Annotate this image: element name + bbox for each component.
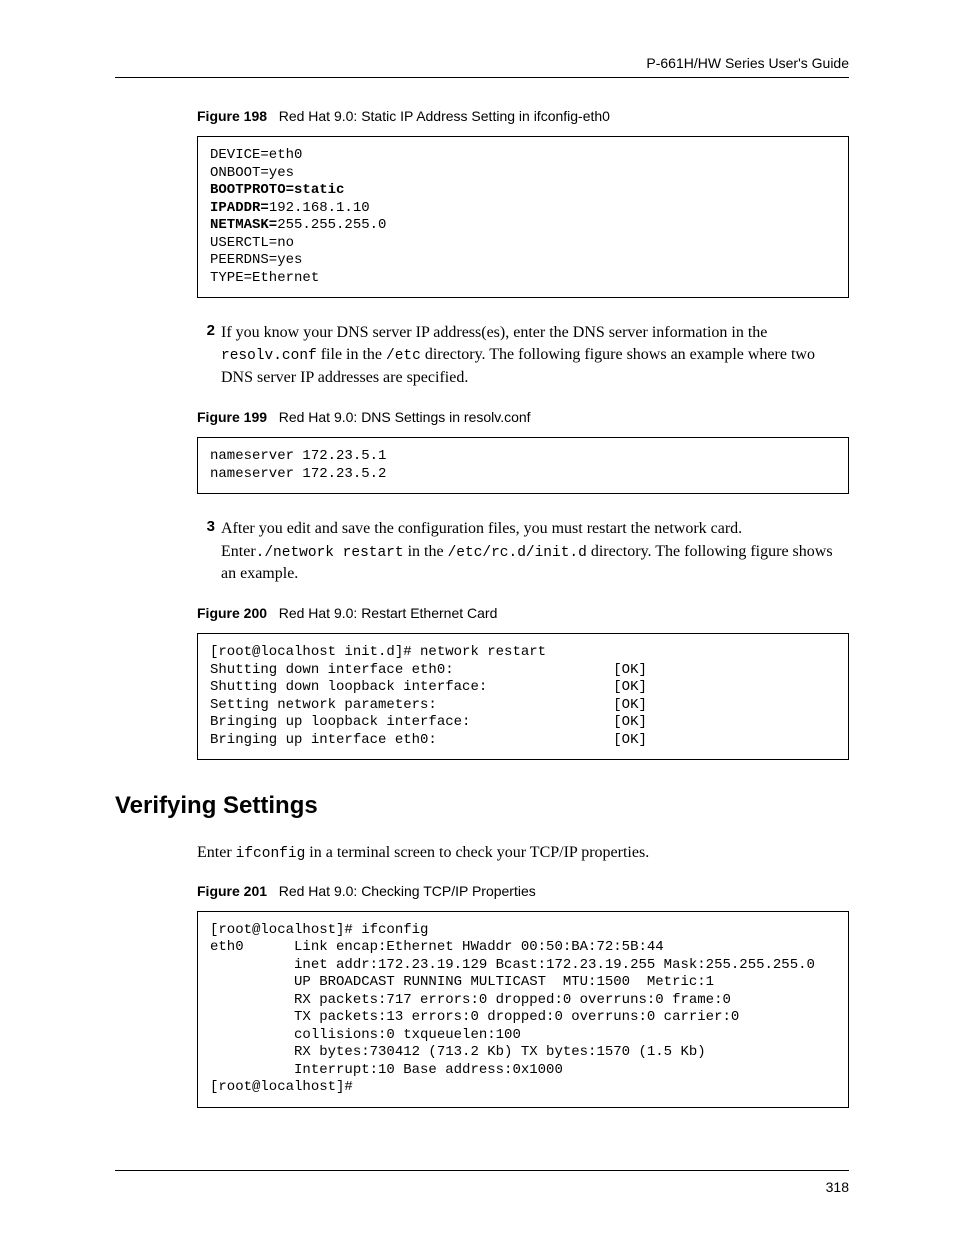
inline-code: /etc/rc.d/init.d	[448, 545, 587, 561]
footer-rule	[115, 1170, 849, 1171]
footer: 318	[115, 1170, 849, 1195]
text: If you know your DNS server IP address(e…	[221, 324, 767, 341]
figure-201-code: [root@localhost]# ifconfig eth0 Link enc…	[197, 911, 849, 1108]
step-2-body: If you know your DNS server IP address(e…	[221, 322, 849, 389]
figure-198-code: DEVICE=eth0 ONBOOT=yes BOOTPROTO=static …	[197, 136, 849, 298]
figure-199-label: Figure 199	[197, 409, 267, 425]
figure-200-code: [root@localhost init.d]# network restart…	[197, 633, 849, 760]
step-2: 2 If you know your DNS server IP address…	[197, 322, 849, 389]
code-line: IPADDR=	[210, 200, 269, 216]
inline-code: resolv.conf	[221, 348, 317, 364]
step-3-body: After you edit and save the configuratio…	[221, 518, 849, 585]
verifying-paragraph: Enter ifconfig in a terminal screen to c…	[197, 842, 849, 864]
step-3: 3 After you edit and save the configurat…	[197, 518, 849, 585]
code-line: PEERDNS=yes	[210, 252, 302, 268]
figure-201-text: Red Hat 9.0: Checking TCP/IP Properties	[279, 883, 536, 899]
figure-200-text: Red Hat 9.0: Restart Ethernet Card	[279, 605, 498, 621]
code-line: USERCTL=no	[210, 235, 294, 251]
inline-code: /etc	[386, 348, 421, 364]
code-line: DEVICE=eth0	[210, 147, 302, 163]
text: file in the	[317, 346, 386, 363]
code-line: TYPE=Ethernet	[210, 270, 319, 286]
figure-198-label: Figure 198	[197, 108, 267, 124]
header-rule	[115, 77, 849, 78]
figure-198-caption: Figure 198 Red Hat 9.0: Static IP Addres…	[197, 108, 849, 124]
inline-code: ./network restart	[256, 545, 404, 561]
text: in the	[404, 543, 448, 560]
figure-199-caption: Figure 199 Red Hat 9.0: DNS Settings in …	[197, 409, 849, 425]
inline-code: ifconfig	[236, 846, 306, 862]
step-3-number: 3	[197, 518, 215, 585]
text: Enter	[197, 844, 236, 861]
figure-200-caption: Figure 200 Red Hat 9.0: Restart Ethernet…	[197, 605, 849, 621]
code-line: 255.255.255.0	[277, 217, 386, 233]
page-number: 318	[115, 1179, 849, 1195]
code-line: ONBOOT=yes	[210, 165, 294, 181]
figure-201-caption: Figure 201 Red Hat 9.0: Checking TCP/IP …	[197, 883, 849, 899]
header-guide-title: P-661H/HW Series User's Guide	[115, 55, 849, 71]
figure-201-label: Figure 201	[197, 883, 267, 899]
figure-199-code: nameserver 172.23.5.1 nameserver 172.23.…	[197, 437, 849, 494]
code-line: 192.168.1.10	[269, 200, 370, 216]
step-2-number: 2	[197, 322, 215, 389]
figure-199-text: Red Hat 9.0: DNS Settings in resolv.conf	[279, 409, 531, 425]
section-heading-verifying-settings: Verifying Settings	[115, 792, 849, 820]
code-line: NETMASK=	[210, 217, 277, 233]
figure-198-text: Red Hat 9.0: Static IP Address Setting i…	[279, 108, 610, 124]
text: in a terminal screen to check your TCP/I…	[305, 844, 649, 861]
figure-200-label: Figure 200	[197, 605, 267, 621]
code-line: BOOTPROTO=static	[210, 182, 344, 198]
